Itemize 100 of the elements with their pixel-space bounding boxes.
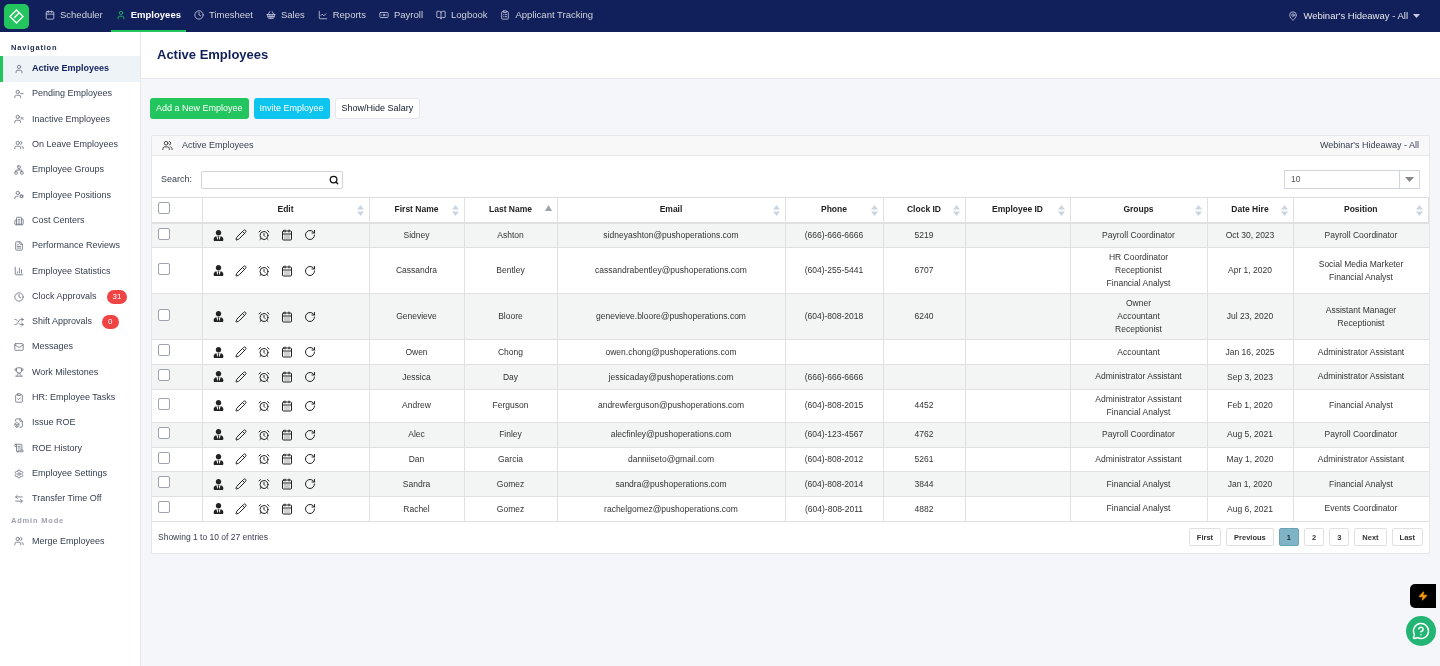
logo-icon[interactable] <box>4 3 29 29</box>
profile-icon[interactable] <box>212 478 224 490</box>
sidebar-item[interactable]: On Leave Employees <box>0 132 140 158</box>
calendar-icon[interactable] <box>280 453 293 466</box>
sidebar-item[interactable]: Transfer Time Off <box>0 486 140 512</box>
calendar-icon[interactable] <box>280 428 293 441</box>
edit-icon[interactable] <box>234 453 247 466</box>
alarm-clock-icon[interactable] <box>257 264 270 277</box>
edit-icon[interactable] <box>234 310 247 323</box>
alarm-clock-icon[interactable] <box>257 346 270 359</box>
alarm-clock-icon[interactable] <box>257 478 270 491</box>
edit-icon[interactable] <box>234 370 247 383</box>
lightning-button[interactable] <box>1410 583 1436 608</box>
sidebar-item[interactable]: Work Milestones <box>0 359 140 386</box>
location-dropdown[interactable]: Webinar's Hideaway - All <box>1288 8 1420 24</box>
edit-icon[interactable] <box>234 229 247 242</box>
redo-icon[interactable] <box>303 229 316 242</box>
profile-icon[interactable] <box>212 371 224 383</box>
alarm-clock-icon[interactable] <box>257 502 270 515</box>
redo-icon[interactable] <box>303 310 316 323</box>
redo-icon[interactable] <box>303 428 316 441</box>
profile-icon[interactable] <box>212 400 224 412</box>
checkbox[interactable] <box>158 227 170 240</box>
edit-icon[interactable] <box>234 478 247 491</box>
sidebar-item[interactable]: Clock Approvals 31 <box>0 283 140 310</box>
action-button[interactable]: Show/Hide Salary <box>334 98 421 119</box>
profile-icon[interactable] <box>212 229 224 241</box>
column-header[interactable]: Position <box>1293 197 1429 223</box>
calendar-icon[interactable] <box>280 399 293 412</box>
sidebar-item[interactable]: Performance Reviews <box>0 233 140 259</box>
sidebar-item[interactable]: Active Employees <box>0 56 140 82</box>
sidebar-item[interactable]: Employee Positions <box>0 182 140 209</box>
profile-icon[interactable] <box>212 311 224 323</box>
column-header[interactable]: Email <box>557 197 785 223</box>
redo-icon[interactable] <box>303 478 316 491</box>
column-header[interactable]: Groups <box>1070 197 1207 223</box>
nav-tab[interactable]: Logbook <box>431 0 493 32</box>
page-size-dropdown[interactable]: 10 <box>1284 170 1420 189</box>
sidebar-item[interactable]: Inactive Employees <box>0 106 140 133</box>
nav-tab[interactable]: Applicant Tracking <box>495 0 599 32</box>
column-header[interactable]: First Name <box>369 197 464 223</box>
column-header[interactable]: Edit <box>202 197 369 223</box>
edit-icon[interactable] <box>234 346 247 359</box>
help-button[interactable] <box>1406 615 1436 646</box>
profile-icon[interactable] <box>212 453 224 465</box>
redo-icon[interactable] <box>303 264 316 277</box>
sidebar-item[interactable]: Pending Employees <box>0 81 140 107</box>
sidebar-item[interactable]: HR: Employee Tasks <box>0 385 140 411</box>
redo-icon[interactable] <box>303 346 316 359</box>
calendar-icon[interactable] <box>280 502 293 515</box>
calendar-icon[interactable] <box>280 310 293 323</box>
nav-tab[interactable]: Scheduler <box>40 0 108 32</box>
checkbox[interactable] <box>158 476 170 489</box>
checkbox[interactable] <box>158 451 170 464</box>
alarm-clock-icon[interactable] <box>257 453 270 466</box>
edit-icon[interactable] <box>234 264 247 277</box>
profile-icon[interactable] <box>212 503 224 515</box>
redo-icon[interactable] <box>303 502 316 515</box>
calendar-icon[interactable] <box>280 346 293 359</box>
nav-tab[interactable]: Reports <box>312 0 371 32</box>
profile-icon[interactable] <box>212 346 224 358</box>
column-header[interactable]: Clock ID <box>883 197 965 223</box>
alarm-clock-icon[interactable] <box>257 310 270 323</box>
sidebar-item[interactable]: Issue ROE <box>0 410 140 436</box>
redo-icon[interactable] <box>303 453 316 466</box>
checkbox[interactable] <box>158 308 170 321</box>
checkbox[interactable] <box>158 344 170 357</box>
column-header[interactable]: Date Hire <box>1207 197 1293 223</box>
sidebar-item[interactable]: Employee Settings <box>0 461 140 487</box>
sidebar-item[interactable]: Employee Groups <box>0 157 140 183</box>
calendar-icon[interactable] <box>280 229 293 242</box>
edit-icon[interactable] <box>234 428 247 441</box>
nav-tab[interactable]: Sales <box>260 0 310 32</box>
alarm-clock-icon[interactable] <box>257 229 270 242</box>
edit-icon[interactable] <box>234 399 247 412</box>
checkbox[interactable] <box>158 262 170 275</box>
nav-tab[interactable]: Payroll <box>374 0 429 32</box>
search-field[interactable] <box>201 170 344 189</box>
redo-icon[interactable] <box>303 370 316 383</box>
sidebar-item[interactable]: Merge Employees <box>0 528 140 555</box>
checkbox[interactable] <box>158 501 170 513</box>
column-header[interactable]: Last Name <box>464 197 557 223</box>
calendar-icon[interactable] <box>280 370 293 383</box>
checkbox[interactable] <box>158 201 170 214</box>
profile-icon[interactable] <box>212 429 224 441</box>
calendar-icon[interactable] <box>280 264 293 277</box>
alarm-clock-icon[interactable] <box>257 399 270 412</box>
checkbox[interactable] <box>158 426 170 439</box>
alarm-clock-icon[interactable] <box>257 370 270 383</box>
checkbox[interactable] <box>158 369 170 381</box>
sidebar-item[interactable]: Employee Statistics <box>0 258 140 284</box>
alarm-clock-icon[interactable] <box>257 428 270 441</box>
column-header[interactable]: Phone <box>785 197 883 223</box>
calendar-icon[interactable] <box>280 478 293 491</box>
sidebar-item[interactable]: Cost Centers <box>0 208 140 234</box>
nav-tab[interactable]: Timesheet <box>188 0 258 32</box>
checkbox[interactable] <box>158 397 170 410</box>
redo-icon[interactable] <box>303 399 316 412</box>
sidebar-item[interactable]: ROE History <box>0 435 140 461</box>
edit-icon[interactable] <box>234 502 247 515</box>
